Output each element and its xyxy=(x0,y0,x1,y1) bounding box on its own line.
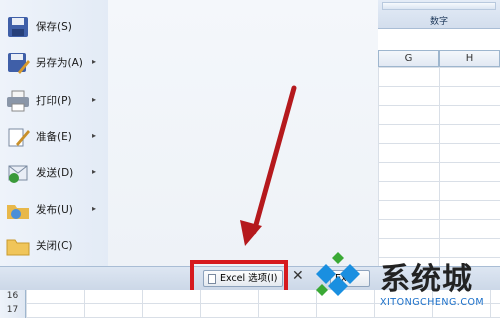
submenu-arrow-icon: ▸ xyxy=(92,131,97,140)
submenu-arrow-icon: ▸ xyxy=(92,167,97,176)
recent-documents-pane xyxy=(108,0,378,266)
watermark-logo-icon xyxy=(316,252,360,296)
menu-item-publish[interactable]: 发布(U) ▸ xyxy=(0,193,108,227)
menu-item-label: 发布(U) xyxy=(36,204,73,216)
send-icon xyxy=(6,162,30,184)
watermark-subtitle: XITONGCHENG.COM xyxy=(380,297,485,308)
menu-item-send[interactable]: 发送(D) ▸ xyxy=(0,156,108,190)
ribbon-number-group: 数字 xyxy=(378,0,500,29)
menu-item-label: 另存为(A) xyxy=(36,57,83,69)
column-header-h[interactable]: H xyxy=(439,50,500,67)
printer-icon xyxy=(6,90,30,112)
menu-item-label: 打印(P) xyxy=(36,95,72,107)
menu-item-label: 关闭(C) xyxy=(36,240,73,252)
menu-item-label: 发送(D) xyxy=(36,167,74,179)
submenu-arrow-icon: ▸ xyxy=(92,95,97,104)
menu-item-label: 保存(S) xyxy=(36,21,72,33)
folder-icon xyxy=(6,235,30,257)
submenu-arrow-icon: ▸ xyxy=(92,204,97,213)
column-header-g[interactable]: G xyxy=(378,50,439,67)
watermark-title: 系统城 xyxy=(380,262,473,297)
row-number[interactable]: 17 xyxy=(0,304,26,318)
menu-item-save-as[interactable]: 另存为(A) ▸ xyxy=(0,46,108,80)
ribbon-group-label: 数字 xyxy=(429,17,448,27)
menu-item-save[interactable]: 保存(S) xyxy=(0,10,108,44)
save-as-icon xyxy=(6,52,30,74)
prepare-icon xyxy=(6,126,30,148)
submenu-arrow-icon: ▸ xyxy=(92,57,97,66)
menu-item-close[interactable]: 关闭(C) xyxy=(0,229,108,263)
publish-icon xyxy=(6,199,30,221)
menu-item-prepare[interactable]: 准备(E) ▸ xyxy=(0,120,108,154)
spreadsheet-grid[interactable] xyxy=(378,67,500,266)
ribbon-buttons[interactable] xyxy=(382,2,496,10)
row-number[interactable]: 16 xyxy=(0,290,26,304)
save-icon xyxy=(6,16,30,38)
office-menu-commands: 保存(S) 另存为(A) ▸ 打印(P) ▸ 准备(E) ▸ 发送(D) ▸ 发… xyxy=(0,0,109,266)
watermark: 系统城 XITONGCHENG.COM xyxy=(312,250,500,320)
close-icon[interactable]: ✕ xyxy=(292,268,304,284)
menu-item-label: 准备(E) xyxy=(36,131,72,143)
menu-item-print[interactable]: 打印(P) ▸ xyxy=(0,84,108,118)
